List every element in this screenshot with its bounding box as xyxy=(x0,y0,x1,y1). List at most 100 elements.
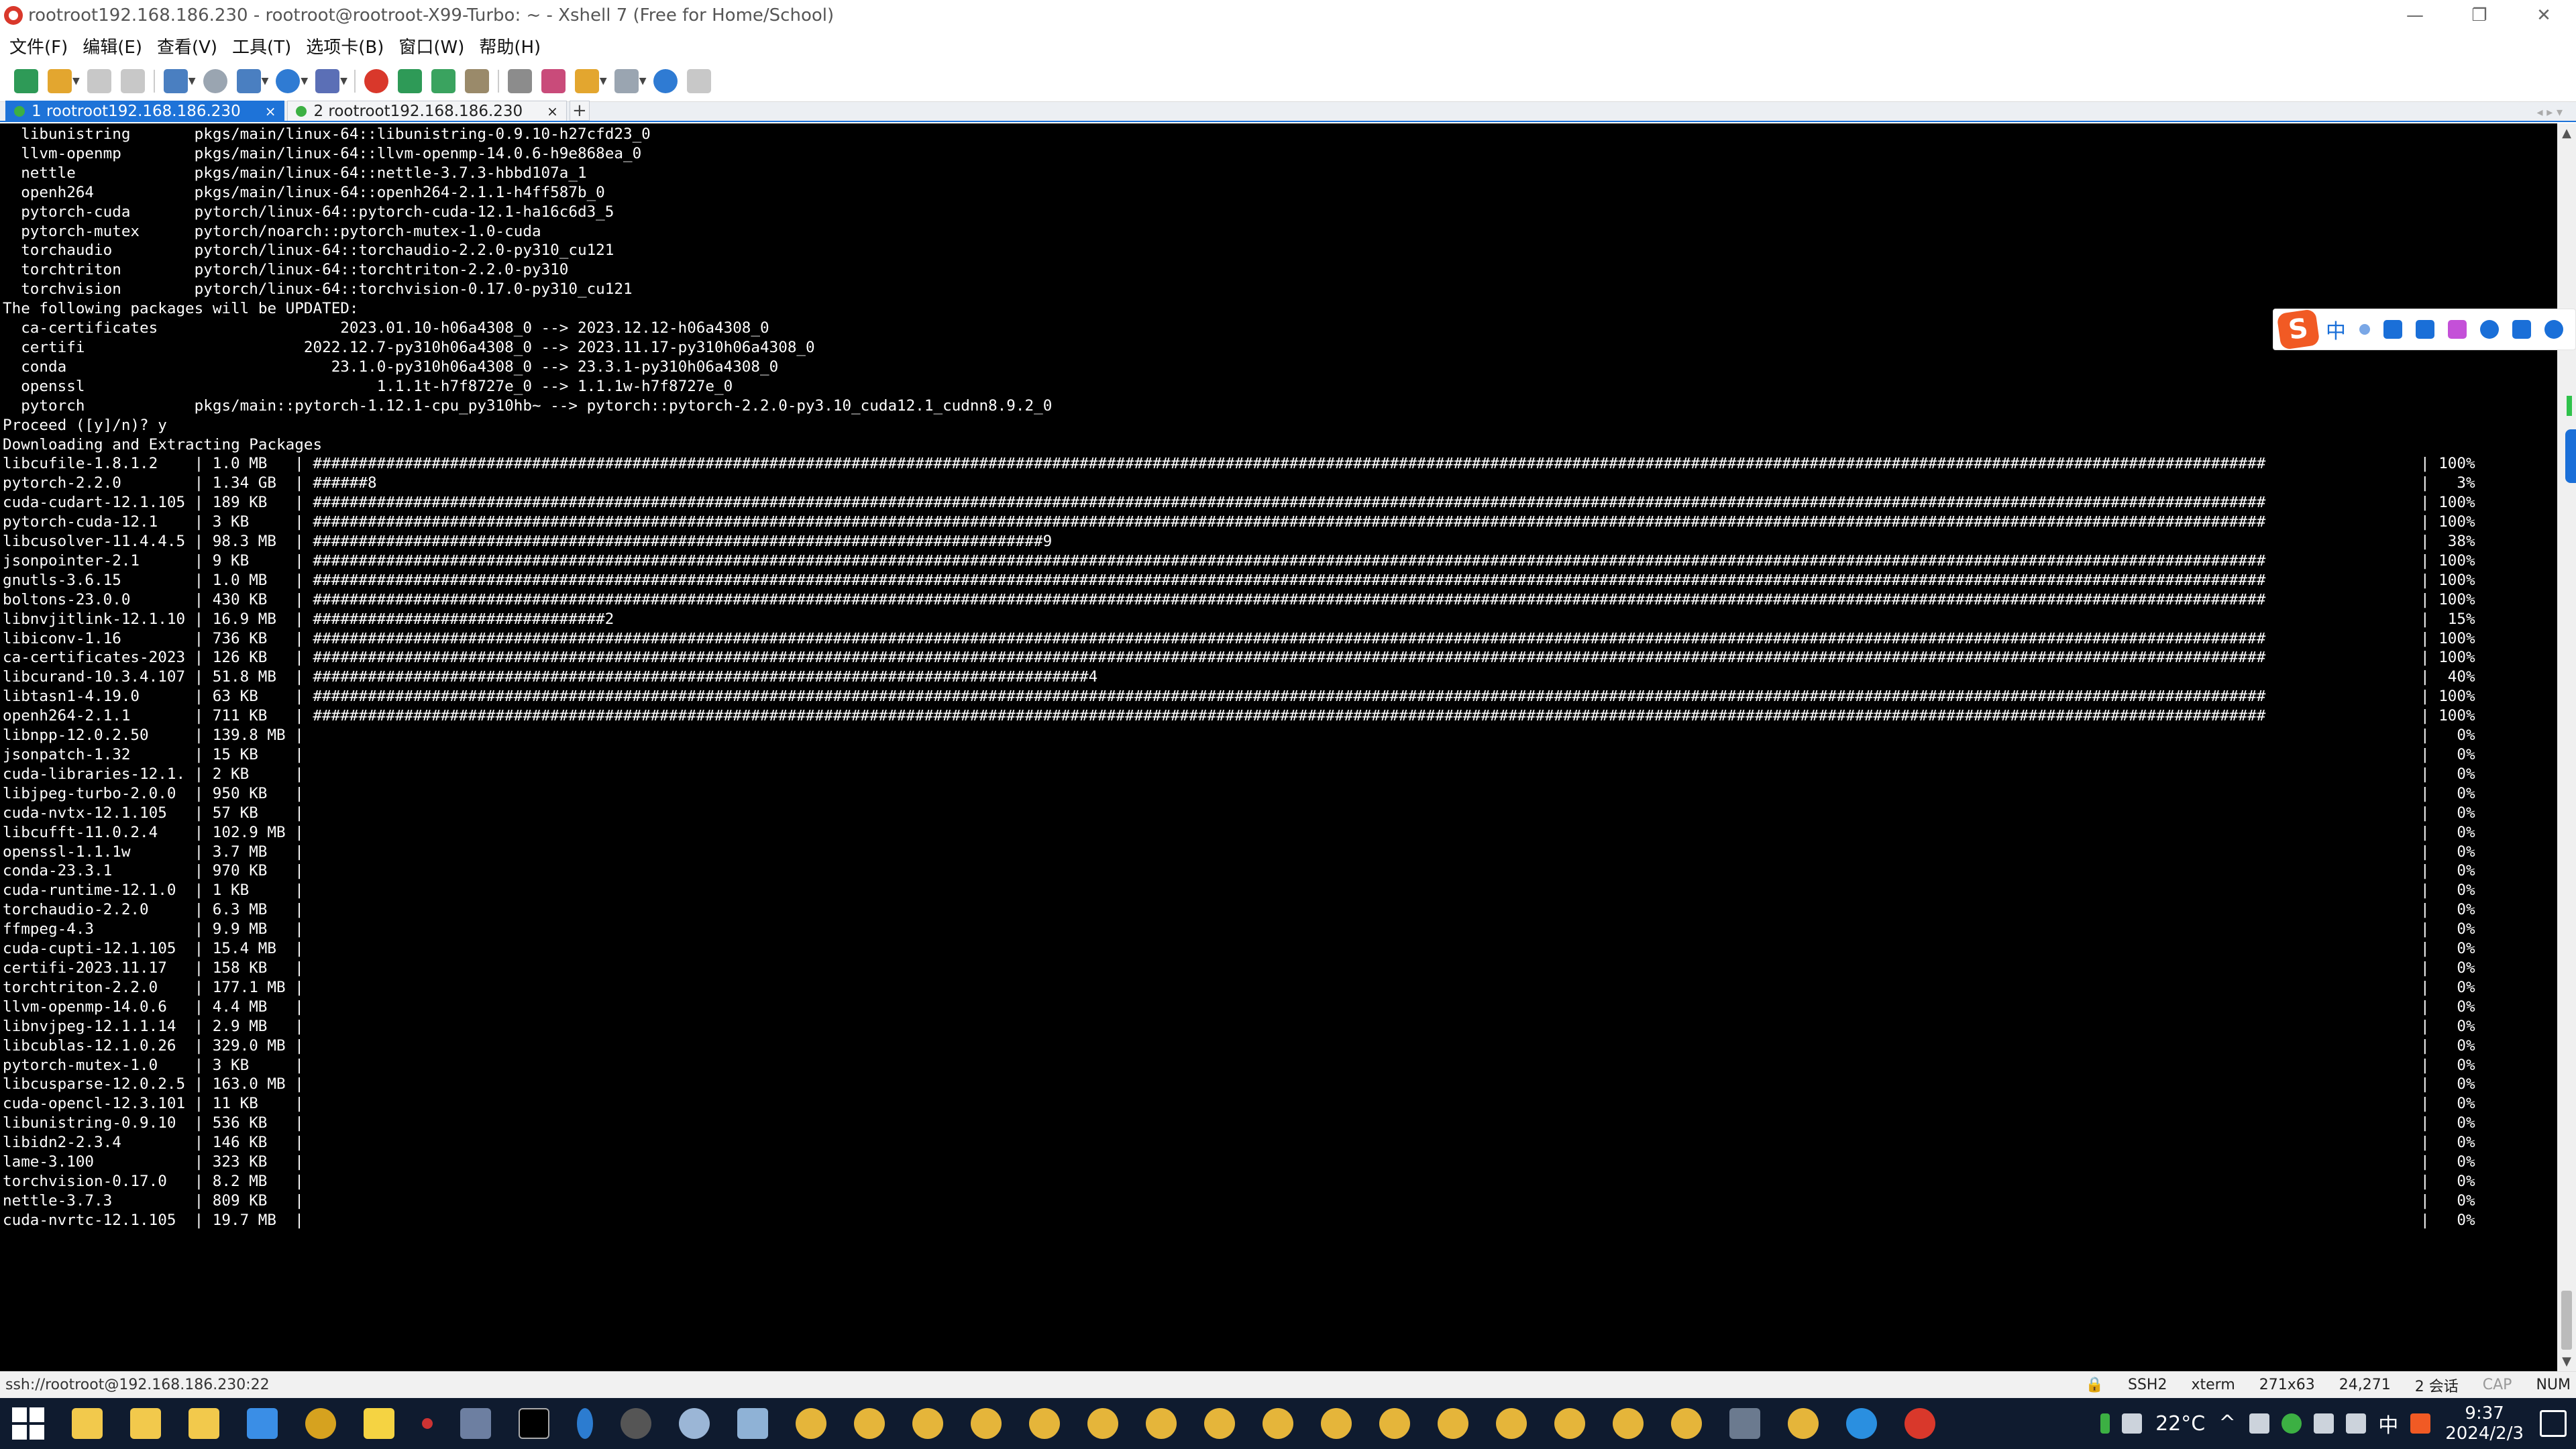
ime-mode-toggle[interactable]: 中 xyxy=(2326,315,2346,344)
menu-help[interactable]: 帮助(H) xyxy=(479,34,541,58)
folder-icon[interactable] xyxy=(130,1408,161,1439)
close-tab-icon[interactable]: × xyxy=(265,103,276,119)
app-icon[interactable] xyxy=(737,1408,768,1439)
properties-icon[interactable] xyxy=(163,68,188,93)
transfer-icon[interactable] xyxy=(574,68,599,93)
chrome-icon[interactable] xyxy=(1379,1408,1410,1439)
windows-start-icon[interactable] xyxy=(12,1407,44,1440)
chrome-icon[interactable] xyxy=(1204,1408,1235,1439)
chat-icon[interactable] xyxy=(687,68,712,93)
tunnel-icon[interactable] xyxy=(397,68,422,93)
microphone-icon[interactable] xyxy=(2383,320,2402,339)
scroll-thumb[interactable] xyxy=(2561,1291,2572,1350)
clock[interactable]: 9:37 2024/2/3 xyxy=(2445,1403,2524,1444)
app-icon[interactable] xyxy=(679,1408,710,1439)
new-session-icon[interactable] xyxy=(14,68,38,93)
chrome-icon[interactable] xyxy=(1321,1408,1352,1439)
chrome-icon[interactable] xyxy=(796,1408,826,1439)
chevron-up-icon[interactable]: ^ xyxy=(2217,1413,2237,1434)
tab-navigation-arrows[interactable]: ◂ ▸ ▾ xyxy=(2536,105,2563,119)
weather-temperature[interactable]: 22°C xyxy=(2155,1412,2205,1436)
chrome-icon[interactable] xyxy=(1671,1408,1702,1439)
chrome-icon[interactable] xyxy=(1613,1408,1644,1439)
chrome-icon[interactable] xyxy=(1496,1408,1527,1439)
keyboard-icon[interactable] xyxy=(2416,320,2434,339)
chrome-icon[interactable] xyxy=(1087,1408,1118,1439)
chevron-down-icon[interactable]: ▼ xyxy=(600,76,607,87)
notification-center-icon[interactable] xyxy=(2540,1410,2567,1437)
file-explorer-icon[interactable] xyxy=(72,1408,103,1439)
fullscreen-icon[interactable] xyxy=(431,68,455,93)
network-icon[interactable] xyxy=(2314,1413,2334,1434)
edge-icon[interactable] xyxy=(1846,1408,1877,1439)
app-tray-icon[interactable] xyxy=(2282,1413,2302,1434)
chevron-down-icon[interactable]: ▼ xyxy=(262,76,269,87)
chevron-down-icon[interactable]: ▼ xyxy=(639,76,647,87)
store-icon[interactable] xyxy=(247,1408,278,1439)
open-folder-icon[interactable] xyxy=(48,68,72,93)
remote-desktop-icon[interactable] xyxy=(460,1408,491,1439)
keyboard-layout-icon[interactable] xyxy=(2122,1413,2143,1434)
menu-file[interactable]: 文件(F) xyxy=(9,34,68,58)
chrome-icon[interactable] xyxy=(971,1408,1002,1439)
volume-icon[interactable] xyxy=(2346,1413,2367,1434)
settings-gear-icon[interactable] xyxy=(2544,320,2563,339)
scroll-up-icon[interactable]: ▲ xyxy=(2557,126,2576,140)
folder-icon[interactable] xyxy=(189,1408,219,1439)
chevron-down-icon[interactable]: ▼ xyxy=(301,76,308,87)
chrome-icon[interactable] xyxy=(1263,1408,1293,1439)
menu-view[interactable]: 查看(V) xyxy=(157,34,217,58)
add-tab-button[interactable]: + xyxy=(569,101,590,121)
reconnect-icon[interactable] xyxy=(87,68,111,93)
sogou-logo-icon[interactable]: S xyxy=(2276,309,2320,350)
close-tab-icon[interactable]: × xyxy=(547,103,558,119)
punctuation-icon[interactable] xyxy=(2359,324,2370,335)
chrome-icon[interactable] xyxy=(1146,1408,1177,1439)
xshell-taskbar-icon[interactable] xyxy=(1904,1408,1935,1439)
search-icon[interactable] xyxy=(203,68,227,93)
app-tray-icon[interactable] xyxy=(2249,1413,2270,1434)
xftp-icon[interactable] xyxy=(364,68,388,93)
vscode-icon[interactable] xyxy=(577,1408,593,1439)
menu-edit[interactable]: 编辑(E) xyxy=(83,34,142,58)
sogou-tray-icon[interactable] xyxy=(2410,1413,2431,1434)
app-icon[interactable] xyxy=(422,1418,433,1429)
window-layout-icon[interactable] xyxy=(614,68,639,93)
chrome-icon[interactable] xyxy=(1029,1408,1060,1439)
chrome-icon[interactable] xyxy=(1554,1408,1585,1439)
menu-window[interactable]: 窗口(W) xyxy=(398,34,464,58)
maximize-button[interactable]: ❐ xyxy=(2447,0,2512,31)
chevron-down-icon[interactable]: ▼ xyxy=(72,76,80,87)
app-icon[interactable] xyxy=(621,1408,651,1439)
minimize-button[interactable]: — xyxy=(2383,0,2447,31)
tab-session-2[interactable]: 2 rootroot192.168.186.230 × xyxy=(287,101,567,121)
calculator-icon[interactable] xyxy=(1729,1408,1760,1439)
notes-icon[interactable] xyxy=(364,1408,394,1439)
lock-icon[interactable] xyxy=(464,68,489,93)
help-icon[interactable] xyxy=(653,68,678,93)
chrome-icon[interactable] xyxy=(854,1408,885,1439)
tab-session-1[interactable]: 1 rootroot192.168.186.230 × xyxy=(5,101,285,121)
side-widget-tab[interactable] xyxy=(2565,429,2576,483)
chrome-icon[interactable] xyxy=(1788,1408,1819,1439)
layout-icon[interactable] xyxy=(236,68,261,93)
skin-icon[interactable] xyxy=(2448,320,2467,339)
keyboard-icon[interactable] xyxy=(507,68,532,93)
font-icon[interactable] xyxy=(315,68,340,93)
menu-tabs[interactable]: 选项卡(B) xyxy=(306,34,384,58)
app-icon[interactable] xyxy=(305,1408,336,1439)
scroll-down-icon[interactable]: ▼ xyxy=(2557,1354,2576,1368)
sogou-ime-toolbar[interactable]: S 中 xyxy=(2273,309,2576,350)
session-count[interactable]: 2 会话 xyxy=(2415,1375,2459,1396)
globe-icon[interactable] xyxy=(276,68,301,93)
script-icon[interactable] xyxy=(541,68,566,93)
terminal-pane[interactable]: libunistring pkgs/main/linux-64::libunis… xyxy=(0,123,2557,1371)
battery-icon[interactable] xyxy=(2100,1413,2110,1434)
terminal-icon[interactable] xyxy=(519,1408,549,1439)
menu-tools[interactable]: 工具(T) xyxy=(232,34,291,58)
emoji-icon[interactable] xyxy=(2480,320,2499,339)
toolbox-icon[interactable] xyxy=(2512,320,2531,339)
ime-indicator[interactable]: 中 xyxy=(2378,1409,2398,1438)
chevron-down-icon[interactable]: ▼ xyxy=(340,76,347,87)
chrome-icon[interactable] xyxy=(912,1408,943,1439)
